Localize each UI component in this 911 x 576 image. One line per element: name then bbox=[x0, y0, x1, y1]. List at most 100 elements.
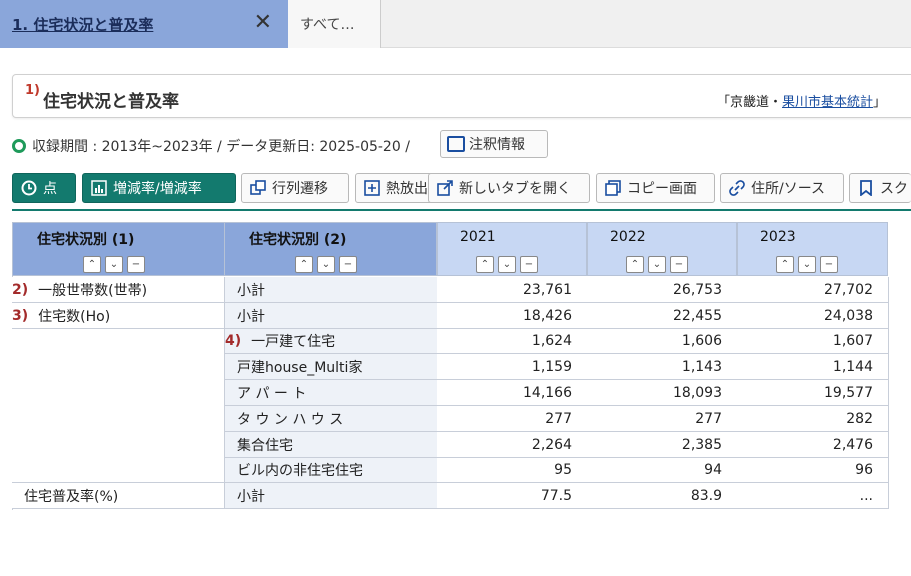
row-subcategory-label: タ ウ ン ハ ウ ス bbox=[237, 411, 344, 428]
row-category-label: 住宅普及率(%) bbox=[24, 488, 119, 505]
notes-button[interactable]: 注釈情報 bbox=[440, 130, 548, 158]
change-rate-button[interactable]: 増減率/増減率 bbox=[82, 173, 236, 203]
value-cell: 26,753 bbox=[587, 277, 738, 303]
row-subcategory-label: 小計 bbox=[237, 488, 265, 505]
value-cell: 27,702 bbox=[737, 277, 889, 303]
value-cell: 2,476 bbox=[737, 432, 889, 458]
point-button[interactable]: 点 bbox=[12, 173, 76, 203]
source-prefix: 「京畿道・ bbox=[717, 95, 783, 110]
column-sort-controls: ⌃ ⌄ − bbox=[776, 256, 838, 273]
value-cell: 94 bbox=[587, 458, 738, 483]
column-header-2023: 2023 ⌃ ⌄ − bbox=[737, 222, 888, 276]
collection-period: 収録期間 : 2013年~2023年 / データ更新日: 2025-05-20 … bbox=[12, 134, 410, 158]
tab-title[interactable]: 1. 住宅状況と普及率 bbox=[12, 14, 153, 35]
row-subcategory-label: 小計 bbox=[237, 282, 265, 299]
value-cell: 282 bbox=[737, 406, 889, 432]
copy-icon bbox=[605, 180, 621, 196]
row-column-swap-button[interactable]: 行列遷移 bbox=[241, 173, 349, 203]
value-cell: 14,166 bbox=[437, 380, 588, 406]
row-subcategory-label: ア パ ー ト bbox=[237, 385, 307, 402]
value-cell: 1,624 bbox=[437, 329, 588, 354]
period-text: 収録期間 : 2013年~2023年 / データ更新日: 2025-05-20 … bbox=[32, 139, 410, 155]
clock-icon bbox=[21, 180, 37, 196]
source-text: 「京畿道・果川市基本統計」 bbox=[717, 91, 886, 110]
row-category-cell bbox=[12, 432, 225, 458]
row-category-cell: 3) 住宅数(Ho) bbox=[12, 303, 225, 329]
row-category-cell bbox=[12, 458, 225, 483]
row-column-label: 行列遷移 bbox=[272, 181, 328, 197]
address-source-label: 住所/ソース bbox=[751, 181, 826, 197]
new-tab-label: 新しいタブを開く bbox=[459, 181, 571, 197]
year-label: 2023 bbox=[760, 229, 796, 245]
tab-bar: 1. 住宅状況と普及率 ✕ すべて… bbox=[0, 0, 911, 48]
row-subcategory-cell: 小計 bbox=[224, 303, 438, 329]
row-subcategory-cell: ビル内の非住宅住宅 bbox=[224, 458, 438, 483]
row-category-cell: 2) 一般世帯数(世帯) bbox=[12, 277, 225, 303]
value-cell: 2,264 bbox=[437, 432, 588, 458]
collapse-icon[interactable]: − bbox=[520, 256, 538, 273]
bookmark-icon bbox=[858, 180, 874, 196]
pivot-button[interactable]: 熱放出 bbox=[355, 173, 433, 203]
row-subcategory-label: ビル内の非住宅住宅 bbox=[237, 463, 363, 479]
collapse-icon[interactable]: − bbox=[820, 256, 838, 273]
row-subcategory-cell: 小計 bbox=[224, 277, 438, 303]
year-label: 2021 bbox=[460, 229, 496, 245]
row-subcategory-label: 戸建house_Multi家 bbox=[237, 359, 363, 376]
value-cell: 95 bbox=[437, 458, 588, 483]
source-link[interactable]: 果川市基本統計 bbox=[782, 95, 873, 110]
row-note-number[interactable]: 4) bbox=[225, 333, 241, 349]
sort-down-icon[interactable]: ⌄ bbox=[317, 256, 335, 273]
sort-up-icon[interactable]: ⌃ bbox=[626, 256, 644, 273]
column-sort-controls: ⌃ ⌄ − bbox=[626, 256, 688, 273]
value-cell: 24,038 bbox=[737, 303, 889, 329]
link-icon bbox=[729, 180, 745, 196]
column-sort-controls: ⌃ ⌄ − bbox=[476, 256, 538, 273]
copy-screen-button[interactable]: コピー画面 bbox=[596, 173, 715, 203]
column-header-2022: 2022 ⌃ ⌄ − bbox=[587, 222, 737, 276]
sort-up-icon[interactable]: ⌃ bbox=[83, 256, 101, 273]
sort-down-icon[interactable]: ⌄ bbox=[498, 256, 516, 273]
source-suffix: 」 bbox=[873, 95, 887, 110]
collapse-icon[interactable]: − bbox=[670, 256, 688, 273]
sort-up-icon[interactable]: ⌃ bbox=[776, 256, 794, 273]
expand-icon bbox=[364, 180, 380, 196]
address-source-button[interactable]: 住所/ソース bbox=[720, 173, 844, 203]
row-subcategory-label: 小計 bbox=[237, 308, 265, 325]
value-cell: 23,761 bbox=[437, 277, 588, 303]
change-rate-label: 増減率/増減率 bbox=[113, 181, 202, 197]
value-cell: ... bbox=[737, 483, 889, 509]
row-subcategory-cell: 集合住宅 bbox=[224, 432, 438, 458]
value-cell: 18,426 bbox=[437, 303, 588, 329]
row-note-number[interactable]: 3) bbox=[12, 308, 28, 324]
value-cell: 77.5 bbox=[437, 483, 588, 509]
row-subcategory-cell: ア パ ー ト bbox=[224, 380, 438, 406]
row-note-number[interactable]: 2) bbox=[12, 282, 28, 298]
year-label: 2022 bbox=[610, 229, 646, 245]
close-icon[interactable]: ✕ bbox=[254, 10, 272, 35]
sort-up-icon[interactable]: ⌃ bbox=[476, 256, 494, 273]
value-cell: 18,093 bbox=[587, 380, 738, 406]
sort-up-icon[interactable]: ⌃ bbox=[295, 256, 313, 273]
row-subcategory-cell: 小計 bbox=[224, 483, 438, 509]
column-header-status-1: 住宅状況別 (1) ⌃ ⌄ − bbox=[12, 222, 225, 276]
new-tab-button[interactable]: 新しいタブを開く bbox=[428, 173, 590, 203]
scroll-button[interactable]: スク bbox=[849, 173, 911, 203]
column-sort-controls: ⌃ ⌄ − bbox=[295, 256, 357, 273]
tab-all[interactable]: すべて… bbox=[288, 0, 381, 48]
value-cell: 1,607 bbox=[737, 329, 889, 354]
collapse-icon[interactable]: − bbox=[339, 256, 357, 273]
title-note-number[interactable]: 1) bbox=[25, 83, 40, 98]
value-cell: 19,577 bbox=[737, 380, 889, 406]
tab-housing-status[interactable]: 1. 住宅状況と普及率 ✕ bbox=[0, 0, 288, 48]
row-category-label: 一般世帯数(世帯) bbox=[38, 282, 148, 299]
sort-down-icon[interactable]: ⌄ bbox=[105, 256, 123, 273]
value-cell: 1,144 bbox=[737, 354, 889, 380]
sort-down-icon[interactable]: ⌄ bbox=[648, 256, 666, 273]
collapse-icon[interactable]: − bbox=[127, 256, 145, 273]
pivot-label: 熱放出 bbox=[386, 181, 428, 197]
row-subcategory-label: 一戸建て住宅 bbox=[251, 334, 336, 350]
value-cell: 1,143 bbox=[587, 354, 738, 380]
value-cell: 1,606 bbox=[587, 329, 738, 354]
sort-down-icon[interactable]: ⌄ bbox=[798, 256, 816, 273]
external-link-icon bbox=[437, 180, 453, 196]
